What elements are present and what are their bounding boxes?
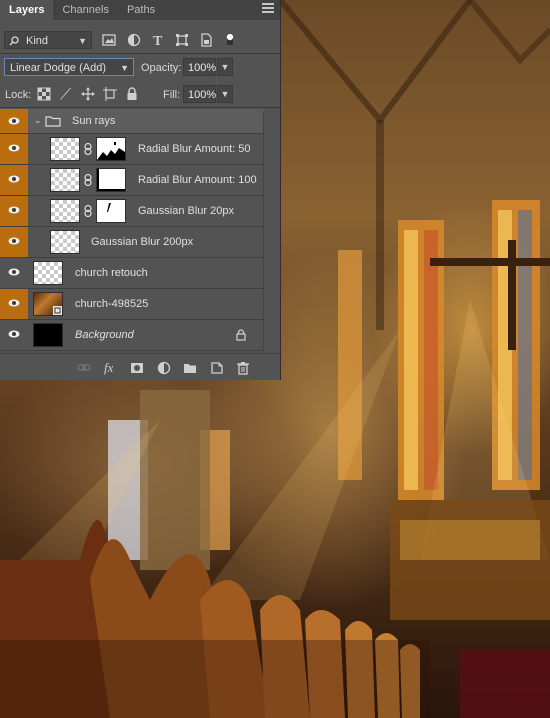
fill-label: Fill:: [163, 89, 181, 101]
lock-label: Lock:: [5, 89, 32, 101]
kind-filter-select[interactable]: Kind ▼: [4, 31, 92, 49]
eye-icon: [8, 268, 20, 276]
eye-icon: [8, 117, 20, 125]
layer-mask-thumbnail[interactable]: [96, 137, 126, 161]
layer-group-sun-rays[interactable]: ⌄ Sun rays: [0, 109, 264, 134]
mask-link-icon[interactable]: [84, 143, 92, 155]
add-mask-icon[interactable]: [130, 361, 144, 375]
svg-text:fx: fx: [104, 361, 114, 375]
visibility-toggle[interactable]: [0, 196, 28, 226]
layers-scrollbar[interactable]: [263, 111, 280, 351]
layer-name: Radial Blur Amount: 50: [138, 143, 251, 155]
layer-name: church-498525: [75, 298, 149, 310]
delete-layer-icon[interactable]: [236, 361, 250, 375]
fill-input[interactable]: 100%: [183, 85, 216, 103]
tab-layers[interactable]: Layers: [0, 0, 54, 20]
filter-toggle-icon[interactable]: [223, 31, 237, 45]
layer-radial-blur-100[interactable]: Radial Blur Amount: 100: [0, 165, 264, 196]
visibility-toggle[interactable]: [0, 165, 28, 195]
eye-icon: [8, 237, 20, 245]
layers-panel-footer: fx: [0, 353, 280, 380]
adjustment-filter-icon[interactable]: [127, 33, 141, 47]
layer-name: Sun rays: [72, 115, 116, 127]
tab-channels[interactable]: Channels: [53, 0, 117, 20]
layer-church-498525[interactable]: church-498525: [0, 289, 264, 320]
layer-name: Gaussian Blur 200px: [91, 236, 194, 248]
lock-image-pixels-icon[interactable]: [59, 87, 73, 101]
layer-background[interactable]: Background: [0, 320, 264, 351]
tab-paths[interactable]: Paths: [118, 0, 164, 20]
fill-dropdown-button[interactable]: ▼: [217, 85, 233, 103]
smart-object-badge-icon: [53, 306, 62, 315]
layer-thumbnail[interactable]: [50, 137, 80, 161]
layer-gaussian-blur-200[interactable]: Gaussian Blur 200px: [0, 227, 264, 258]
layer-thumbnail[interactable]: [50, 168, 80, 192]
eye-icon: [8, 299, 20, 307]
eye-icon: [8, 144, 20, 152]
chevron-down-icon: ▼: [78, 36, 87, 46]
layer-thumbnail[interactable]: [33, 292, 63, 316]
layer-name: Gaussian Blur 20px: [138, 205, 234, 217]
layer-mask-thumbnail[interactable]: [96, 168, 126, 192]
opacity-dropdown-button[interactable]: ▼: [217, 58, 233, 76]
fx-icon[interactable]: fx: [103, 361, 117, 375]
svg-text:T: T: [153, 34, 163, 47]
layer-church-retouch[interactable]: church retouch: [0, 258, 264, 289]
lock-icon: [236, 329, 246, 341]
visibility-toggle[interactable]: [0, 320, 28, 350]
lock-position-icon[interactable]: [81, 87, 95, 101]
eye-icon: [8, 206, 20, 214]
layer-thumbnail[interactable]: [33, 323, 63, 347]
layer-thumbnail[interactable]: [50, 199, 80, 223]
mask-link-icon[interactable]: [84, 205, 92, 217]
adjustment-layer-icon[interactable]: [157, 361, 171, 375]
blend-mode-value: Linear Dodge (Add): [10, 62, 107, 74]
layer-thumbnail[interactable]: [50, 230, 80, 254]
layer-name: Background: [75, 329, 134, 341]
eye-icon: [8, 330, 20, 338]
visibility-toggle[interactable]: [0, 289, 28, 319]
visibility-toggle[interactable]: [0, 227, 28, 257]
image-filter-icon[interactable]: [102, 33, 116, 47]
search-icon: [9, 36, 19, 46]
lock-all-icon[interactable]: [125, 87, 139, 101]
eye-icon: [8, 175, 20, 183]
chevron-down-icon[interactable]: ⌄: [34, 115, 42, 126]
chevron-down-icon: ▼: [120, 63, 129, 73]
mask-link-icon[interactable]: [84, 174, 92, 186]
panel-menu-icon[interactable]: [262, 3, 274, 15]
smart-object-filter-icon[interactable]: [199, 33, 213, 47]
opacity-input[interactable]: 100%: [183, 58, 216, 76]
visibility-toggle[interactable]: [0, 258, 28, 288]
visibility-toggle[interactable]: [0, 109, 28, 133]
layer-gaussian-blur-20[interactable]: Gaussian Blur 20px: [0, 196, 264, 227]
blend-mode-select[interactable]: Linear Dodge (Add) ▼: [4, 58, 134, 76]
kind-filter-label: Kind: [26, 35, 49, 47]
new-group-icon[interactable]: [183, 361, 197, 375]
layer-name: church retouch: [75, 267, 148, 279]
lock-artboard-icon[interactable]: [103, 87, 117, 101]
new-layer-icon[interactable]: [210, 361, 224, 375]
panel-tab-bar: Layers Channels Paths: [0, 0, 280, 20]
lock-transparent-pixels-icon[interactable]: [37, 87, 51, 101]
layer-thumbnail[interactable]: [33, 261, 63, 285]
visibility-toggle[interactable]: [0, 134, 28, 164]
layer-name: Radial Blur Amount: 100: [138, 174, 257, 186]
shape-filter-icon[interactable]: [175, 33, 189, 47]
link-layers-icon[interactable]: [77, 361, 91, 375]
layers-panel: Layers Channels Paths Kind ▼ T Linear Do…: [0, 0, 281, 380]
folder-icon: [45, 116, 61, 127]
opacity-label: Opacity:: [141, 62, 182, 74]
layer-radial-blur-50[interactable]: Radial Blur Amount: 50: [0, 134, 264, 165]
layer-mask-thumbnail[interactable]: [96, 199, 126, 223]
type-filter-icon[interactable]: T: [151, 33, 165, 47]
